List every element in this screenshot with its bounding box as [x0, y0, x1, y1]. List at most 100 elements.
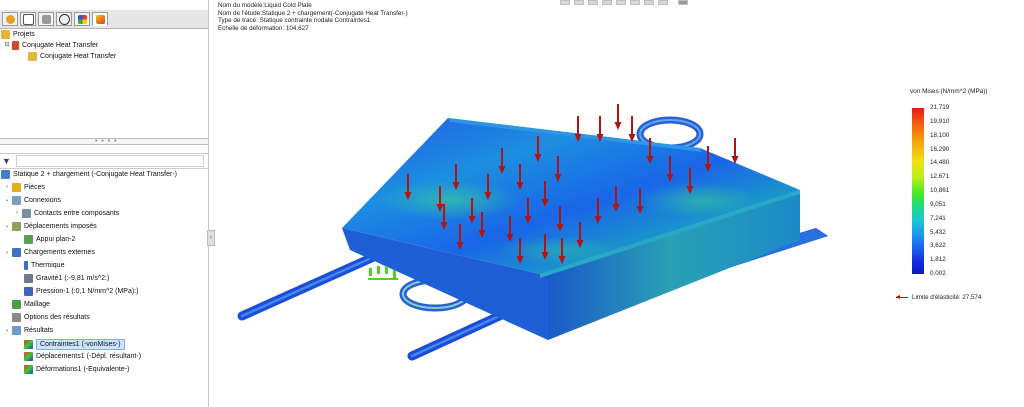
tree-result-strain[interactable]: Déformations1 (-Equivalente-) — [24, 365, 129, 374]
stress-hotspot — [500, 236, 620, 264]
property-manager-icon — [22, 13, 34, 25]
tree-parts[interactable]: › Pièces — [4, 183, 45, 192]
manager-tabs — [0, 10, 208, 29]
splitter-grip: • • • • — [95, 138, 118, 145]
plot-info: Nom du modèle:Liquid Cold Plate Nom de l… — [218, 2, 408, 32]
mesh-icon — [12, 300, 21, 309]
legend-tick: 3,622 — [930, 242, 946, 250]
strain-result-label: Déformations1 (-Equivalente-) — [36, 366, 130, 373]
displacement-plot-icon — [24, 352, 33, 361]
tab-simulation-manager[interactable] — [92, 12, 108, 26]
study-label: Conjugate Heat Transfer — [22, 42, 99, 49]
collapse-icon: ⌄ — [4, 197, 10, 203]
legend-tick: 9,051 — [930, 200, 946, 208]
tree-static-study[interactable]: Statique 2 + chargement (-Conjugate Heat… — [1, 170, 177, 179]
tab-dimxpert-manager[interactable] — [56, 12, 72, 26]
model-name: Nom du modèle:Liquid Cold Plate — [218, 2, 312, 9]
plot-type: Type de tracé: Statique contrainte nodal… — [218, 17, 371, 25]
connections-label: Connexions — [24, 197, 61, 204]
filter-input[interactable] — [16, 155, 204, 167]
projects-label: Projets — [13, 31, 35, 38]
fixtures-label: Déplacements imposés — [24, 223, 97, 230]
collapse-icon: ⌄ — [4, 223, 10, 229]
projects-folder-icon — [1, 30, 10, 39]
external-loads-label: Chargements externes — [24, 249, 95, 256]
tree-study-node[interactable]: ⊟ Conjugate Heat Transfer — [4, 41, 98, 50]
stress-hotspot — [380, 180, 520, 220]
tree-result-stress[interactable]: Contraintes1 (-vonMises-) — [24, 339, 125, 350]
tree-fixtures[interactable]: ⌄ Déplacements imposés — [4, 222, 97, 231]
tree-fixture-1[interactable]: Appui plan-2 — [24, 235, 75, 244]
mesh-label: Maillage — [24, 301, 51, 308]
legend-tick: 1,812 — [930, 256, 946, 264]
result-options-icon — [12, 313, 21, 322]
legend-tick: 18,100 — [930, 131, 950, 139]
displacement-result-label: Déplacements1 (-Dépl. résultant-) — [36, 353, 142, 360]
tree-projects-root[interactable]: Projets — [1, 30, 35, 39]
legend-tick: 19,910 — [930, 117, 950, 125]
study-icon — [12, 41, 19, 50]
legend-tick: 7,241 — [930, 214, 946, 222]
filter-bar: ▼ — [0, 153, 208, 169]
yield-strength-label: Limite d'élasticité: 27,574 — [912, 294, 982, 301]
pressure-label: Pression-1 (:0,1 N/mm^2 (MPa):) — [36, 288, 139, 295]
study-name-label: Statique 2 + chargement (-Conjugate Heat… — [13, 171, 178, 178]
parts-label: Pièces — [24, 184, 46, 191]
collapse-icon: ⌄ — [4, 249, 10, 255]
tree-results[interactable]: ⌄ Résultats — [4, 326, 53, 335]
gravity-icon — [24, 274, 33, 283]
static-study-icon — [1, 170, 10, 179]
tab-display-manager[interactable] — [74, 12, 90, 26]
legend-tick: 10,861 — [930, 187, 950, 194]
legend-color-bar — [912, 108, 924, 274]
connections-icon — [12, 196, 21, 205]
display-manager-icon — [77, 14, 87, 24]
panel-splitter[interactable]: • • • • — [0, 138, 208, 145]
graphics-viewport[interactable] — [210, 0, 1024, 407]
legend-title: von Mises (N/mm^2 (MPa)) — [910, 88, 988, 95]
tree-contacts[interactable]: › Contacts entre composants — [14, 209, 119, 218]
external-loads-icon — [12, 248, 21, 257]
pressure-icon — [24, 287, 33, 296]
feature-manager-icon — [5, 14, 15, 24]
tab-property-manager[interactable] — [20, 12, 36, 26]
legend-tick: 21,719 — [930, 104, 950, 111]
heat-transfer-icon — [28, 52, 37, 61]
tree-result-displacement[interactable]: Déplacements1 (-Dépl. résultant-) — [24, 352, 141, 361]
legend-tick: 12,671 — [930, 173, 950, 181]
strain-plot-icon — [24, 365, 33, 374]
study-child-label: Conjugate Heat Transfer — [40, 53, 117, 60]
yield-strength: Limite d'élasticité: 27,574 — [896, 294, 981, 301]
simulation-manager-icon — [95, 14, 105, 24]
tree-connections[interactable]: ⌄ Connexions — [4, 196, 61, 205]
tree-study-child[interactable]: Conjugate Heat Transfer — [28, 52, 116, 61]
fixed-geometry-icon — [24, 235, 33, 244]
legend-tick: 16,290 — [930, 145, 950, 153]
tree-thermal[interactable]: Thermique — [24, 261, 64, 270]
tree-result-options[interactable]: Options des résultats — [12, 313, 90, 322]
tree-external-loads[interactable]: ⌄ Chargements externes — [4, 248, 95, 257]
tree-mesh[interactable]: Maillage — [12, 300, 50, 309]
tab-configuration-manager[interactable] — [38, 12, 54, 26]
stress-hotspot — [640, 182, 760, 218]
parts-icon — [12, 183, 21, 192]
legend-tick: 14,480 — [930, 159, 950, 167]
stress-legend[interactable]: von Mises (N/mm^2 (MPa)) 21,719 19,910 18,… — [896, 88, 1016, 308]
tree-pressure[interactable]: Pression-1 (:0,1 N/mm^2 (MPa):) — [24, 287, 138, 296]
load-arrow — [614, 104, 622, 130]
fixtures-icon — [12, 222, 21, 231]
tab-feature-manager[interactable] — [2, 12, 18, 26]
study-name: Nom de l'étude:Statique 2 + chargement(-… — [218, 9, 408, 17]
fixture-label: Appui plan-2 — [36, 236, 76, 243]
filter-icon[interactable]: ▼ — [2, 156, 11, 166]
tree-gravity[interactable]: Gravité1 (:-9,81 m/s^2:) — [24, 274, 109, 283]
contacts-label: Contacts entre composants — [34, 210, 120, 217]
result-options-label: Options des résultats — [24, 314, 90, 321]
results-label: Résultats — [24, 327, 54, 334]
gravity-label: Gravité1 (:-9,81 m/s^2:) — [36, 275, 110, 282]
thermometer-icon — [24, 261, 28, 270]
collapse-icon: ⊟ — [4, 42, 10, 48]
deformation-scale: Echelle de déformation: 104,627 — [218, 24, 309, 32]
yield-arrow-icon — [896, 295, 908, 299]
legend-tick: 0,002 — [930, 270, 946, 277]
